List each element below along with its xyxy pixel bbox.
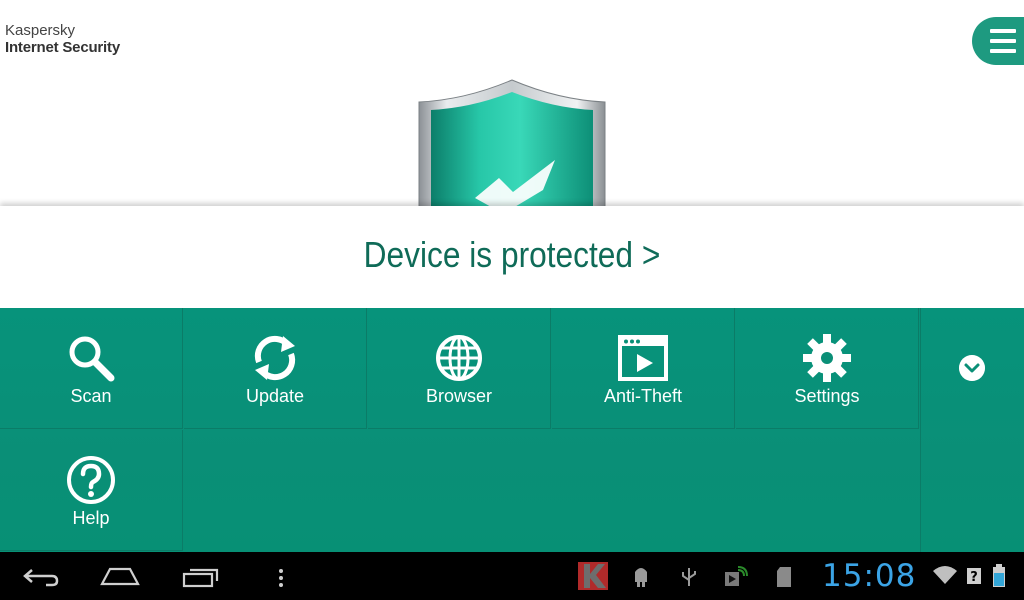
- refresh-icon: [254, 335, 296, 381]
- android-debug-icon: [635, 568, 647, 587]
- anti-theft-tile[interactable]: Anti-Theft: [552, 308, 735, 429]
- home-icon[interactable]: [100, 566, 140, 586]
- gear-icon: [803, 334, 851, 382]
- protection-status-banner[interactable]: Device is protected >: [0, 206, 1024, 308]
- kaspersky-notification-icon[interactable]: [578, 562, 608, 590]
- chevron-down-icon[interactable]: [959, 355, 985, 381]
- recents-icon[interactable]: [182, 566, 220, 588]
- protection-status-text[interactable]: Device is protected >: [61, 234, 962, 276]
- help-icon: [67, 456, 115, 504]
- sdcard-icon: [777, 567, 791, 587]
- update-label: Update: [245, 386, 305, 406]
- app-brand: Kaspersky Internet Security: [5, 22, 120, 56]
- search-icon: [69, 336, 115, 382]
- anti-theft-label: Anti-Theft: [603, 386, 683, 406]
- settings-label: Settings: [794, 386, 860, 406]
- shield-check-icon: [418, 79, 606, 208]
- update-tile[interactable]: Update: [184, 308, 367, 429]
- browser-label: Browser: [425, 386, 492, 406]
- menu-button[interactable]: [972, 17, 1024, 65]
- back-icon[interactable]: [22, 566, 60, 588]
- scan-label: Scan: [70, 386, 112, 406]
- battery-icon: [993, 564, 1005, 587]
- help-label: Help: [72, 508, 110, 528]
- brand-line1: Kaspersky: [5, 22, 76, 39]
- system-navigation-bar: 15:08 ?: [0, 552, 1024, 600]
- feature-grid: Scan Update Browser Anti-Theft Settings …: [0, 308, 1024, 552]
- scan-tile[interactable]: Scan: [0, 308, 183, 429]
- hamburger-icon: [990, 29, 1016, 59]
- video-window-icon: [618, 335, 668, 381]
- globe-icon: [436, 335, 482, 381]
- clock: 15:08: [822, 558, 917, 594]
- settings-tile[interactable]: Settings: [736, 308, 919, 429]
- signal-unknown-icon: ?: [967, 568, 981, 585]
- browser-tile[interactable]: Browser: [368, 308, 551, 429]
- expand-column: [920, 308, 1024, 552]
- brand-line2: Internet Security: [5, 39, 120, 56]
- usb-icon: [682, 568, 696, 586]
- wifi-icon: [933, 566, 957, 584]
- media-icon: [725, 566, 748, 586]
- overflow-icon[interactable]: [278, 568, 284, 588]
- help-tile[interactable]: Help: [0, 430, 183, 551]
- svg-text:?: ?: [970, 570, 978, 585]
